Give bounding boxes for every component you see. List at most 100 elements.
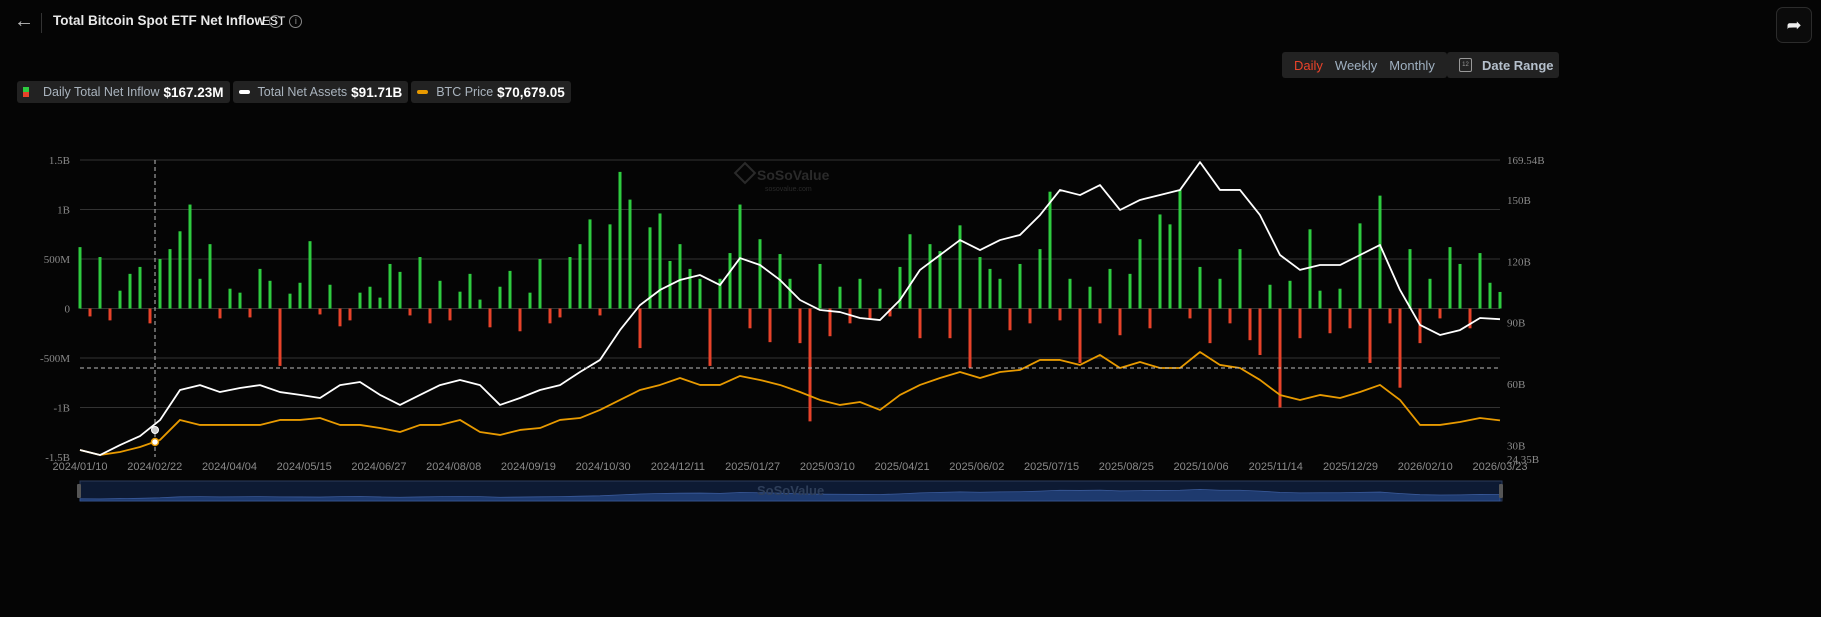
x-axis-tick-label: 2024/09/19 xyxy=(501,461,556,473)
inflow-bar xyxy=(408,308,412,316)
inflow-bar xyxy=(518,308,522,332)
inflow-bar xyxy=(1168,224,1172,309)
inflow-bar xyxy=(1448,247,1452,309)
inflow-bar xyxy=(1348,308,1352,329)
inflow-bar xyxy=(658,213,662,309)
inflow-bar xyxy=(398,271,402,309)
inflow-bar xyxy=(178,231,182,309)
inflow-bar xyxy=(148,308,152,324)
inflow-bar xyxy=(188,204,192,309)
inflow-bar xyxy=(798,308,802,344)
inflow-bar xyxy=(1498,291,1502,309)
inflow-bar xyxy=(528,292,532,309)
inflow-bar xyxy=(458,291,462,309)
inflow-bar xyxy=(1258,308,1262,356)
inflow-bar xyxy=(498,286,502,309)
inflow-bar xyxy=(378,297,382,309)
inflow-bar xyxy=(1328,308,1332,334)
x-axis-tick-label: 2025/03/10 xyxy=(800,461,855,473)
inflow-bar xyxy=(258,268,262,309)
x-axis-tick-label: 2025/01/27 xyxy=(725,461,780,473)
navigator-handle-right[interactable] xyxy=(1499,484,1503,498)
x-axis-tick-label: 2024/06/27 xyxy=(351,461,406,473)
inflow-bar xyxy=(638,308,642,349)
chart[interactable]: SoSoValue sosovalue.com 1.5B 1B 500M 0 -500M… xyxy=(0,0,1821,617)
inflow-bar xyxy=(1178,189,1182,309)
inflow-bar xyxy=(1038,249,1042,309)
inflow-bar xyxy=(478,299,482,309)
x-axis-tick-label: 2024/12/11 xyxy=(651,461,705,473)
inflow-bar xyxy=(468,273,472,309)
inflow-bar xyxy=(348,308,352,321)
inflow-bar xyxy=(1148,308,1152,329)
inflow-bar xyxy=(1358,223,1362,309)
inflow-bar xyxy=(208,244,212,309)
inflow-bar xyxy=(298,282,302,309)
inflow-bar xyxy=(948,308,952,339)
inflow-bar xyxy=(118,290,122,309)
inflow-bar xyxy=(1388,308,1392,324)
right-axis-tick-label: 30B xyxy=(1507,440,1525,452)
inflow-bar xyxy=(1198,266,1202,309)
inflow-bar xyxy=(88,308,92,317)
inflow-bar xyxy=(138,266,142,309)
inflow-bar xyxy=(1368,308,1372,363)
x-axis-tick-label: 2025/04/21 xyxy=(875,461,930,473)
x-axis-tick-label: 2024/01/10 xyxy=(52,461,107,473)
inflow-bar xyxy=(428,308,432,324)
x-axis-tick-label: 2024/02/22 xyxy=(127,461,182,473)
inflow-bar xyxy=(828,308,832,337)
inflow-bar xyxy=(918,308,922,339)
inflow-bar xyxy=(1128,273,1132,309)
inflow-bar xyxy=(1058,308,1062,321)
inflow-bar xyxy=(1138,239,1142,309)
right-axis-tick-label: 169.54B xyxy=(1507,155,1545,167)
inflow-bar xyxy=(338,308,342,327)
inflow-bar xyxy=(1478,253,1482,309)
inflow-bar xyxy=(1118,308,1122,336)
inflow-bar xyxy=(268,280,272,309)
inflow-bar xyxy=(1378,195,1382,309)
inflow-bar xyxy=(678,244,682,309)
inflow-bar xyxy=(1408,249,1412,309)
inflow-bar xyxy=(878,288,882,309)
inflow-bar xyxy=(968,308,972,368)
inflow-bar xyxy=(1248,308,1252,341)
left-axis-tick-label: 0 xyxy=(65,304,71,316)
inflow-bar xyxy=(368,286,372,309)
inflow-bar xyxy=(1098,308,1102,324)
inflow-bar xyxy=(418,257,422,309)
left-axis-tick-label: -500M xyxy=(40,353,70,365)
x-axis-tick-label: 2025/06/02 xyxy=(949,461,1004,473)
inflow-bar xyxy=(228,288,232,309)
inflow-bar xyxy=(1048,191,1052,309)
inflow-bar xyxy=(1208,308,1212,344)
watermark-logo-icon xyxy=(733,161,757,185)
inflow-bar xyxy=(538,259,542,309)
left-axis-tick-label: 1B xyxy=(57,205,70,217)
inflow-bar xyxy=(1288,280,1292,309)
inflow-bar xyxy=(708,308,712,366)
x-axis-tick-label: 2024/05/15 xyxy=(277,461,332,473)
inflow-bar xyxy=(1028,308,1032,324)
navigator-handle-left[interactable] xyxy=(77,484,81,498)
inflow-bar xyxy=(168,249,172,309)
inflow-bar xyxy=(1238,249,1242,309)
inflow-bar xyxy=(78,247,82,309)
x-axis-tick-label: 2025/12/29 xyxy=(1323,461,1378,473)
right-axis-tick-label: 150B xyxy=(1507,195,1531,207)
inflow-bar xyxy=(998,278,1002,309)
inflow-bar xyxy=(698,278,702,309)
inflow-bar xyxy=(198,278,202,309)
inflow-bar xyxy=(858,278,862,309)
inflow-bar xyxy=(388,263,392,309)
inflow-bar xyxy=(838,286,842,309)
inflow-bar xyxy=(98,257,102,309)
inflow-bar xyxy=(328,284,332,309)
inflow-bar xyxy=(288,293,292,309)
inflow-bar xyxy=(908,234,912,309)
inflow-bar xyxy=(1488,282,1492,309)
inflow-bar xyxy=(608,224,612,309)
inflow-bar xyxy=(928,244,932,309)
inflow-bar xyxy=(738,204,742,309)
